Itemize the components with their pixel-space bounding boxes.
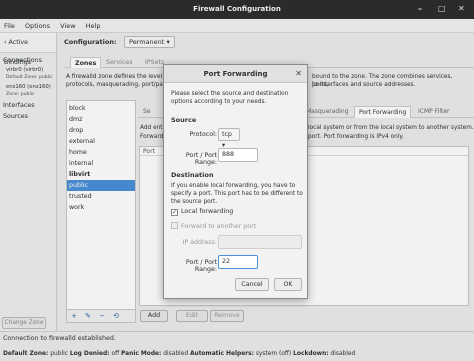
close-icon[interactable]: ✕ — [295, 69, 302, 79]
destination-text: If you enable local forwarding, you have… — [171, 183, 303, 205]
dest-port-input[interactable]: 22 — [218, 255, 258, 269]
protocol-label: Protocol: — [189, 131, 218, 138]
destination-heading: Destination — [171, 171, 214, 179]
forward-other-port-label: Forward to another port — [181, 223, 257, 230]
source-port-label: Port / Port Range: — [185, 152, 217, 166]
local-forwarding-checkbox[interactable]: ✓ Local forwarding — [171, 208, 233, 216]
dialog-title: Port Forwarding — [164, 65, 307, 83]
dialog-intro: Please select the source and destination… — [171, 91, 289, 105]
checkbox-empty-icon — [171, 222, 178, 229]
dest-port-label: Port / Port Range: — [185, 259, 217, 273]
ip-address-label: IP address: — [182, 239, 217, 246]
cancel-button[interactable]: Cancel — [235, 278, 269, 291]
ok-button[interactable]: OK — [274, 278, 302, 291]
maximize-icon[interactable]: □ — [438, 4, 446, 14]
source-heading: Source — [171, 116, 197, 124]
protocol-select[interactable]: tcp ▾ — [218, 128, 240, 149]
local-forwarding-label: Local forwarding — [181, 208, 234, 215]
minimize-icon[interactable]: – — [418, 4, 422, 14]
forward-other-port-checkbox[interactable]: Forward to another port — [171, 222, 256, 231]
ip-address-input[interactable] — [218, 235, 302, 249]
protocol-value: tcp — [222, 131, 232, 138]
port-forwarding-dialog: Port Forwarding ✕ Please select the sour… — [163, 64, 308, 299]
window-title: Firewall Configuration — [193, 5, 281, 13]
checkmark-icon: ✓ — [171, 209, 178, 216]
close-window-icon[interactable]: ✕ — [458, 4, 465, 14]
title-bar: Firewall Configuration – □ ✕ — [0, 0, 474, 19]
source-port-input[interactable]: 888 — [218, 148, 258, 162]
